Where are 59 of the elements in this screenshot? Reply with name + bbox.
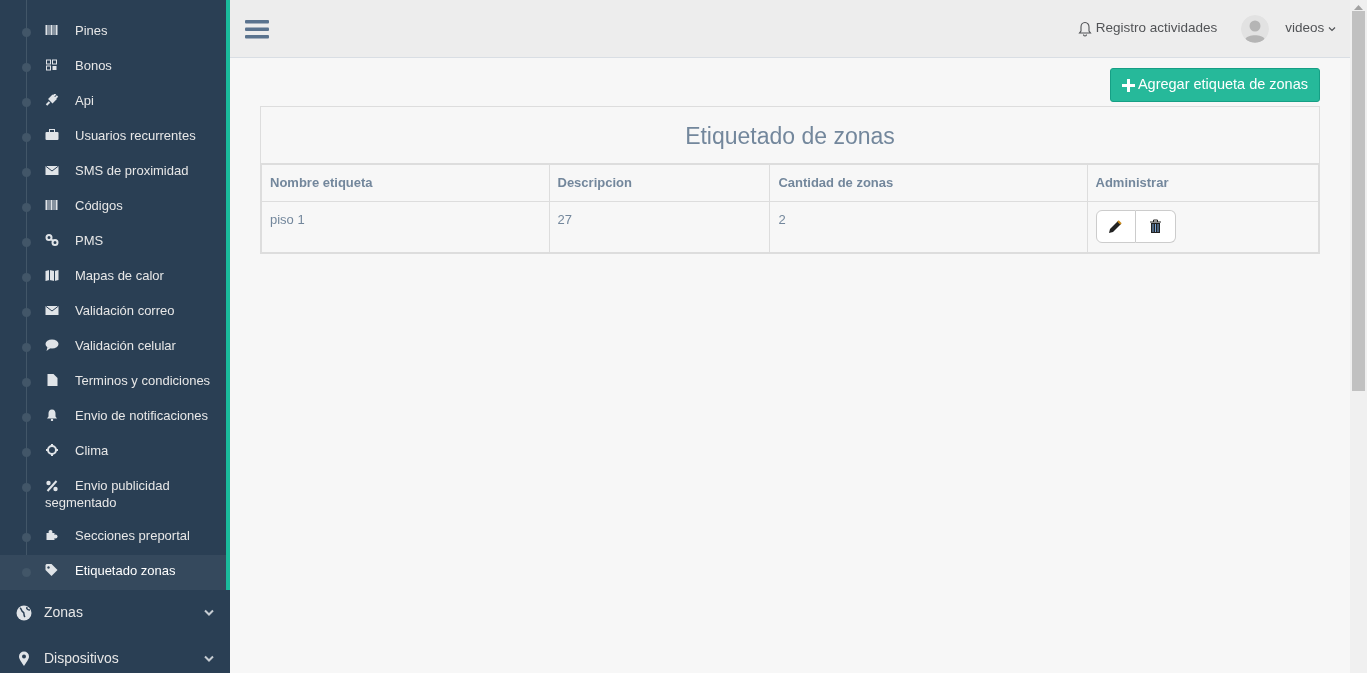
activity-link[interactable]: Registro actividades — [1077, 18, 1218, 39]
column-header: Administrar — [1087, 164, 1319, 202]
bell-icon — [1077, 20, 1092, 37]
gear-icon — [45, 444, 59, 456]
avatar-icon — [1241, 14, 1270, 43]
sidebar-item[interactable]: Etiquetado zonas — [0, 554, 226, 590]
trash-icon — [1148, 218, 1162, 234]
sidebar-section[interactable]: Zonas — [0, 589, 230, 636]
column-header: Cantidad de zonas — [769, 164, 1087, 202]
sidebar-item[interactable]: Api — [0, 85, 226, 120]
delete-button[interactable] — [1135, 209, 1176, 243]
table-cell: piso 1 — [261, 201, 549, 253]
menu-icon — [245, 18, 269, 39]
sidebar-item[interactable]: Bonos — [0, 50, 226, 85]
table-title: Etiquetado de zonas — [261, 106, 1319, 165]
pencil-icon — [1108, 218, 1123, 234]
link-icon — [45, 234, 59, 246]
sidebar-item[interactable]: PMS — [0, 225, 226, 260]
table-cell: 27 — [549, 201, 770, 253]
table-cell: 2 — [769, 201, 1087, 253]
column-header: Descripcion — [549, 164, 770, 202]
sidebar-item[interactable]: Validación celular — [0, 330, 226, 365]
plug-icon — [45, 94, 59, 106]
user-menu[interactable]: videos — [1285, 18, 1336, 39]
scrollbar-thumb[interactable] — [1352, 11, 1365, 391]
sidebar-section[interactable]: Dispositivos — [0, 635, 230, 673]
sidebar-item[interactable]: Pines — [0, 15, 226, 50]
sidebar-item[interactable]: Secciones preportal — [0, 519, 226, 555]
percent-icon — [45, 480, 59, 492]
plus-icon — [1121, 78, 1135, 92]
sidebar-item[interactable]: Clima — [0, 435, 226, 470]
sidebar-item[interactable]: Códigos — [0, 190, 226, 225]
puzzle-icon — [45, 528, 59, 541]
grid-icon — [45, 59, 59, 71]
sidebar-item[interactable]: Usuarios recurrentes — [0, 120, 226, 155]
sidebar-item[interactable]: Envio publicidad segmentado — [0, 470, 226, 520]
map-icon — [45, 269, 59, 281]
sidebar-item[interactable]: SMS de proximidad — [0, 155, 226, 190]
menu-button[interactable] — [244, 17, 270, 40]
bell-icon — [45, 409, 59, 421]
scrollbar[interactable] — [1350, 0, 1367, 673]
sidebar-item[interactable]: Mapas de calor — [0, 260, 226, 295]
column-header: Nombre etiqueta — [261, 164, 549, 202]
arrow-up-icon[interactable] — [1354, 4, 1363, 10]
globe-icon — [16, 604, 32, 621]
chat-icon — [45, 339, 59, 351]
briefcase-icon — [45, 129, 59, 141]
envelope-icon — [45, 164, 59, 176]
barcode-icon — [45, 24, 59, 36]
document-icon — [45, 374, 59, 386]
tag-icon — [45, 563, 59, 576]
map-pin-icon — [16, 650, 32, 667]
edit-button[interactable] — [1095, 209, 1136, 243]
envelope-icon — [45, 304, 59, 316]
sidebar-item[interactable]: Terminos y condiciones — [0, 365, 226, 400]
sidebar-item[interactable]: Validación correo — [0, 295, 226, 330]
barcode-icon — [45, 199, 59, 211]
caret-icon — [1328, 25, 1336, 32]
sidebar-item[interactable]: Envio de notificaciones — [0, 400, 226, 435]
